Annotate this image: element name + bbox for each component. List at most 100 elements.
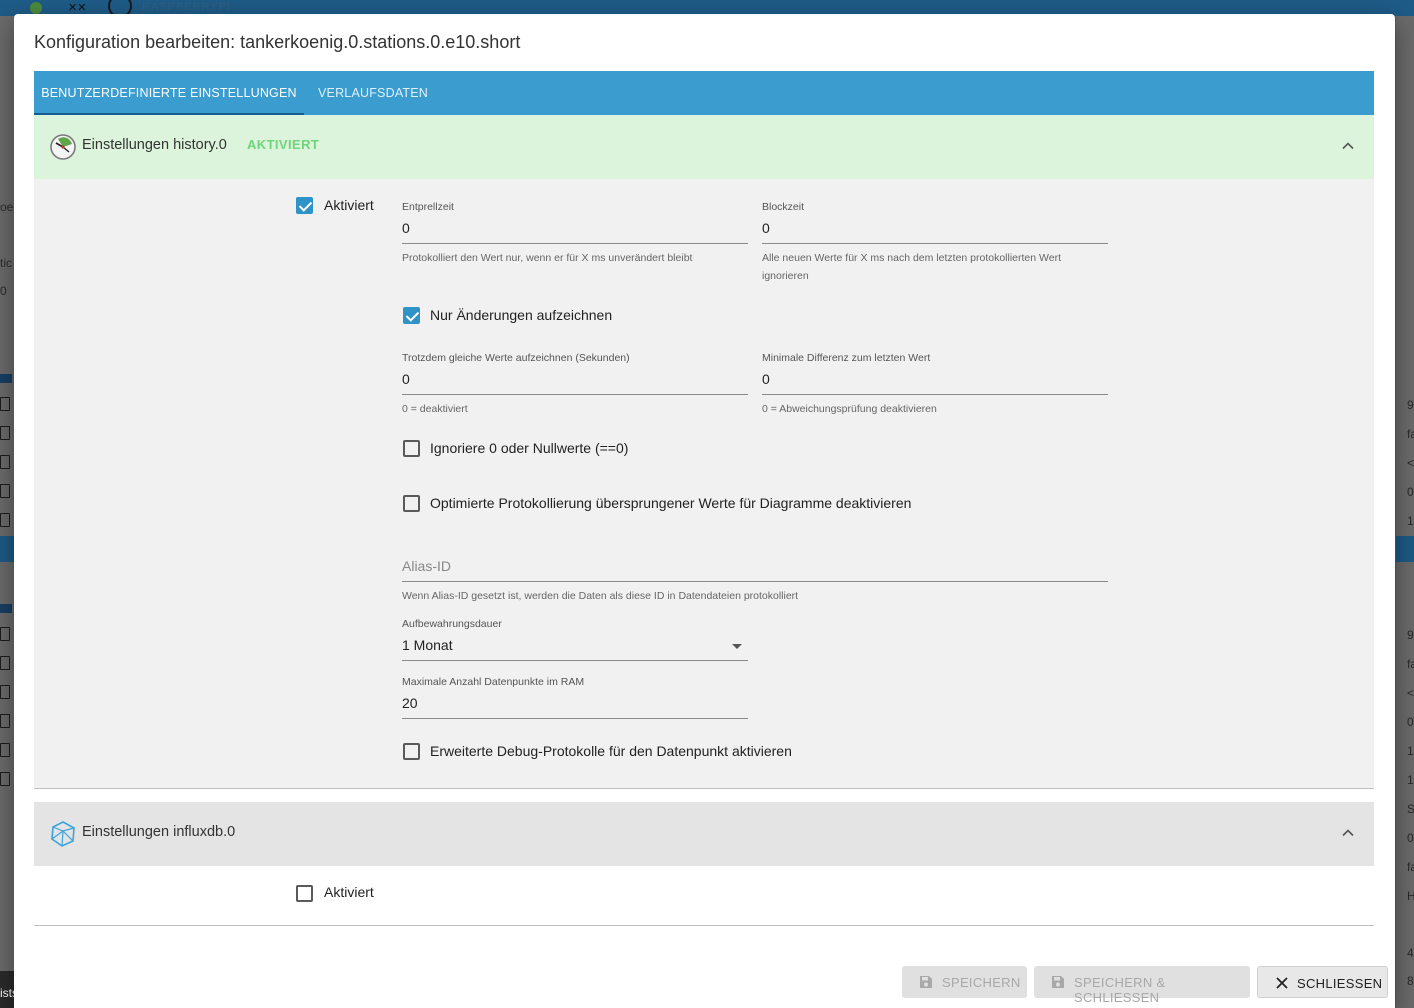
history-panel-title: Einstellungen history.0: [82, 137, 227, 153]
min-diff-help: 0 = Abweichungsprüfung deaktivieren: [762, 403, 937, 415]
value-fragment: 9: [1407, 398, 1414, 412]
ignore-zero-checkbox[interactable]: [403, 440, 420, 457]
tree-fragment: oe: [0, 200, 14, 214]
debounce-help: Protokolliert den Wert nur, wenn er für …: [402, 252, 693, 264]
input-underline: [402, 581, 1108, 582]
close-icon: [1276, 977, 1288, 989]
alias-help: Wenn Alias-ID gesetzt ist, werden die Da…: [402, 590, 799, 602]
input-underline: [402, 718, 748, 719]
input-underline: [762, 243, 1108, 244]
value-fragment: 9: [1407, 628, 1414, 642]
min-diff-label: Minimale Differenz zum letzten Wert: [762, 352, 931, 364]
file-lock-icon: [0, 426, 10, 440]
value-fragment: <: [1407, 686, 1414, 700]
changes-relog-input[interactable]: 0: [402, 371, 410, 387]
value-fragment: <: [1407, 456, 1414, 470]
file-lock-icon: [0, 513, 10, 527]
history-enabled-label: Aktiviert: [324, 197, 374, 213]
dropdown-arrow-icon[interactable]: [732, 644, 742, 649]
debounce-input[interactable]: 0: [402, 220, 410, 236]
dialog-title: Konfiguration bearbeiten: tankerkoenig.0…: [34, 32, 521, 52]
value-fragment: fa: [1407, 657, 1414, 671]
selected-row: [1396, 536, 1414, 562]
floppy-disk-icon: [1052, 976, 1064, 988]
value-fragment: 1: [1407, 773, 1414, 787]
input-underline: [762, 394, 1108, 395]
input-underline: [402, 394, 748, 395]
influx-panel-header[interactable]: Einstellungen influxdb.0: [34, 802, 1374, 866]
min-diff-input[interactable]: 0: [762, 371, 770, 387]
floppy-disk-icon: [920, 976, 932, 988]
background-value-column: 9 fa < 0 1 9 fa < 0 1 1 S 0 fa H 4 8: [1396, 16, 1414, 1008]
tab-history-data[interactable]: VERLAUFSDATEN: [318, 71, 428, 115]
ignore-zero-label: Ignoriere 0 oder Nullwerte (==0): [430, 440, 629, 456]
value-fragment: 0: [1407, 831, 1414, 845]
value-fragment: fa: [1407, 427, 1414, 441]
value-fragment: 1: [1407, 744, 1414, 758]
changes-relog-label: Trotzdem gleiche Werte aufzeichnen (Seku…: [402, 352, 630, 364]
blocktime-help: Alle neuen Werte für X ms nach dem letzt…: [762, 252, 1062, 282]
influxdb-adapter-icon: [51, 821, 75, 847]
value-fragment: 8: [1407, 974, 1414, 988]
config-dialog: Konfiguration bearbeiten: tankerkoenig.0…: [14, 14, 1395, 1008]
chevron-up-icon[interactable]: [1340, 825, 1356, 841]
save-close-button-label: SPEICHERN & SCHLIESSEN: [1074, 975, 1166, 1005]
selected-row: [0, 536, 14, 562]
value-fragment: fa: [1407, 860, 1414, 874]
blocktime-label: Blockzeit: [762, 201, 805, 213]
folder-icon: [0, 374, 12, 383]
value-fragment: S: [1407, 802, 1414, 816]
history-status-badge: AKTIVIERT: [247, 137, 320, 152]
save-button[interactable]: SPEICHERN: [902, 966, 1027, 998]
close-button[interactable]: SCHLIESSEN: [1257, 966, 1388, 998]
debug-checkbox[interactable]: [403, 743, 420, 760]
influx-panel-body: Aktiviert: [34, 866, 1374, 926]
file-lock-icon: [0, 772, 10, 786]
file-lock-icon: [0, 455, 10, 469]
history-adapter-icon: [50, 134, 76, 160]
tab-custom-settings[interactable]: BENUTZERDEFINIERTE EINSTELLUNGEN: [34, 71, 304, 115]
folder-icon: [0, 604, 12, 613]
dialog-footer: SPEICHERN SPEICHERN & SCHLIESSEN SCHLIES…: [14, 966, 1395, 1008]
value-fragment: 0: [1407, 485, 1414, 499]
history-panel-body: Aktiviert Entprellzeit 0 Protokolliert d…: [34, 179, 1374, 789]
debounce-label: Entprellzeit: [402, 201, 454, 213]
disable-skipped-checkbox[interactable]: [403, 495, 420, 512]
host-name: RASPBERRYPI: [142, 1, 232, 13]
file-lock-icon: [0, 685, 10, 699]
dialog-content: Einstellungen history.0 AKTIVIERT Aktivi…: [34, 115, 1374, 935]
close-button-label: SCHLIESSEN: [1297, 976, 1383, 991]
influx-panel-title: Einstellungen influxdb.0: [82, 824, 236, 840]
retention-label: Aufbewahrungsdauer: [402, 618, 502, 630]
retention-value[interactable]: 1 Monat: [402, 637, 453, 653]
changes-only-checkbox[interactable]: [403, 307, 420, 324]
history-enabled-checkbox[interactable]: [296, 197, 313, 214]
value-fragment: H: [1407, 889, 1414, 903]
max-ram-input[interactable]: 20: [402, 695, 418, 711]
file-lock-icon: [0, 743, 10, 757]
disable-skipped-label: Optimierte Protokollierung übersprungene…: [430, 495, 912, 511]
background-object-tree: oe tic 0: [0, 16, 14, 1008]
input-underline: [402, 243, 748, 244]
save-close-button[interactable]: SPEICHERN & SCHLIESSEN: [1034, 966, 1250, 1005]
chevron-up-icon[interactable]: [1340, 138, 1356, 154]
file-lock-icon: [0, 656, 10, 670]
alias-input[interactable]: Alias-ID: [402, 558, 451, 574]
save-button-label: SPEICHERN: [942, 975, 1021, 990]
tree-fragment: tic: [0, 256, 12, 270]
history-panel-header[interactable]: Einstellungen history.0 AKTIVIERT: [34, 115, 1374, 179]
tab-bar: BENUTZERDEFINIERTE EINSTELLUNGEN VERLAUF…: [34, 71, 1374, 115]
file-lock-icon: [0, 714, 10, 728]
influx-enabled-label: Aktiviert: [324, 884, 374, 900]
app-status-icon: [30, 2, 42, 14]
input-underline: [402, 660, 748, 661]
collapse-icon: ✕✕: [68, 2, 87, 14]
file-lock-icon: [0, 397, 10, 411]
influx-enabled-checkbox[interactable]: [296, 885, 313, 902]
value-fragment: 0: [1407, 715, 1414, 729]
max-ram-label: Maximale Anzahl Datenpunkte im RAM: [402, 676, 585, 688]
file-lock-icon: [0, 484, 10, 498]
blocktime-input[interactable]: 0: [762, 220, 770, 236]
value-fragment: 1: [1407, 514, 1414, 528]
changes-only-label: Nur Änderungen aufzeichnen: [430, 307, 613, 323]
